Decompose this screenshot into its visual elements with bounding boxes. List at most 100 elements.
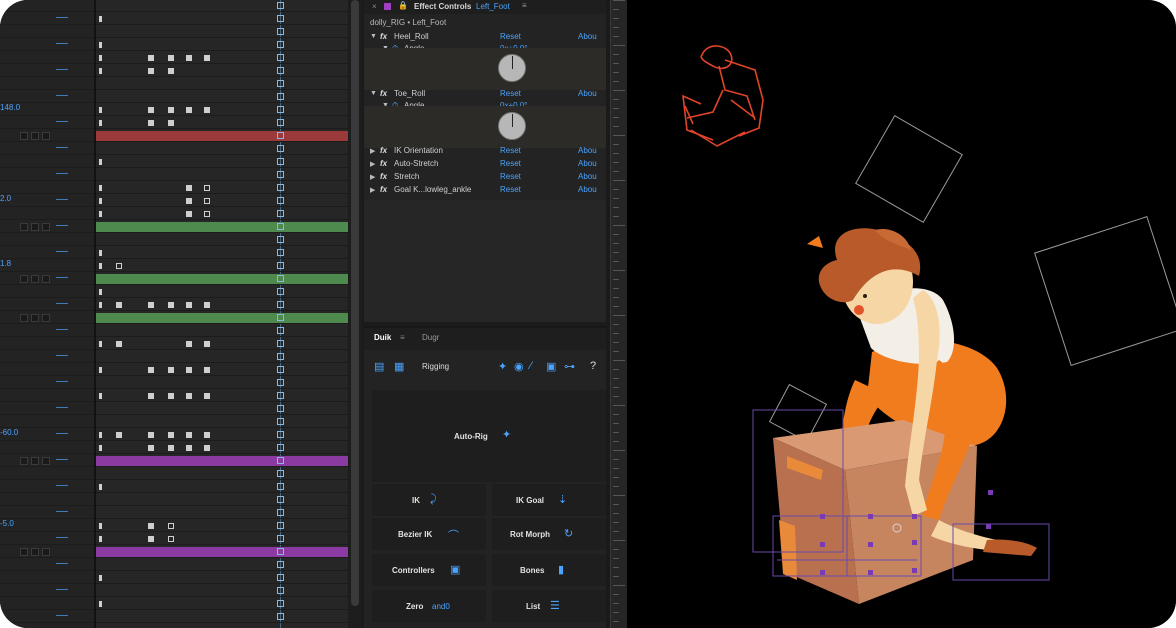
timeline-layer-row[interactable] <box>0 325 94 337</box>
keyframe-icon[interactable] <box>99 16 102 22</box>
expand-triangle-icon[interactable]: ▶ <box>370 186 375 194</box>
timeline-row[interactable] <box>96 156 348 168</box>
keyframe-icon[interactable] <box>168 393 174 399</box>
layer-duration-bar[interactable] <box>96 456 348 466</box>
file-icon[interactable]: ▤ <box>374 360 384 373</box>
keyframe-icon[interactable] <box>168 107 174 113</box>
calculator-icon[interactable]: ▦ <box>394 360 404 373</box>
panel-layer-name[interactable]: Left_Foot <box>476 2 510 11</box>
link-icon[interactable]: ⊶ <box>564 360 575 373</box>
timeline-layer-row[interactable] <box>0 286 94 298</box>
list-button[interactable]: List ☰ <box>492 590 606 622</box>
angle-dial[interactable] <box>498 112 526 140</box>
timeline-row[interactable] <box>96 546 348 558</box>
timeline-layer-row[interactable] <box>0 403 94 415</box>
timeline-layer-row[interactable] <box>0 13 94 25</box>
keyframe-icon[interactable] <box>168 432 174 438</box>
timeline-row[interactable] <box>96 104 348 116</box>
property-value[interactable]: -60.0 <box>0 428 18 437</box>
keyframe-icon[interactable] <box>99 575 102 581</box>
expand-triangle-icon[interactable]: ▼ <box>370 90 377 97</box>
keyframe-icon[interactable] <box>116 302 122 308</box>
layer-switch-icon[interactable] <box>20 314 28 322</box>
property-value[interactable]: -5.0 <box>0 519 14 528</box>
ik-button[interactable]: IK ⤸ <box>372 484 486 516</box>
timeline-row[interactable] <box>96 455 348 467</box>
timeline-row[interactable] <box>96 299 348 311</box>
layer-duration-bar[interactable] <box>96 547 348 557</box>
layer-switch-icon[interactable] <box>31 548 39 556</box>
keyframe-icon[interactable] <box>204 185 210 191</box>
timeline-layer-row[interactable] <box>0 39 94 51</box>
timeline-layer-row[interactable] <box>0 611 94 623</box>
keyframe-icon[interactable] <box>99 198 102 204</box>
timeline-layer-row[interactable] <box>0 468 94 480</box>
timeline-layer-row[interactable] <box>0 533 94 545</box>
keyframe-icon[interactable] <box>204 367 210 373</box>
keyframe-icon[interactable] <box>168 536 174 542</box>
effect-stretch[interactable]: ▶ fx Stretch Reset Abou <box>364 172 610 185</box>
timeline-layer-row[interactable] <box>0 416 94 428</box>
fx-icon[interactable]: fx <box>380 146 387 155</box>
timeline-layer-row[interactable] <box>0 455 94 467</box>
keyframe-icon[interactable] <box>148 107 154 113</box>
timeline-layer-row[interactable] <box>0 299 94 311</box>
keyframe-icon[interactable] <box>99 263 102 269</box>
keyframe-icon[interactable] <box>99 484 102 490</box>
curve-icon[interactable]: ∕ <box>530 360 532 372</box>
timeline-layer-row[interactable] <box>0 130 94 142</box>
keyframe-icon[interactable] <box>204 55 210 61</box>
expand-triangle-icon[interactable]: ▶ <box>370 147 375 155</box>
keyframe-icon[interactable] <box>186 302 192 308</box>
timeline-row[interactable] <box>96 377 348 389</box>
expand-triangle-icon[interactable]: ▶ <box>370 160 375 168</box>
keyframe-icon[interactable] <box>99 120 102 126</box>
timeline-layer-row[interactable] <box>0 598 94 610</box>
composition-canvas[interactable] <box>627 0 1176 628</box>
keyframe-icon[interactable] <box>148 55 154 61</box>
timeline-row[interactable] <box>96 312 348 324</box>
rot-morph-button[interactable]: Rot Morph ↻ <box>492 518 606 550</box>
timeline-layer-row[interactable] <box>0 572 94 584</box>
keyframe-icon[interactable] <box>116 341 122 347</box>
timeline-layer-row[interactable] <box>0 338 94 350</box>
lock-icon[interactable]: 🔒 <box>398 1 408 10</box>
keyframe-icon[interactable] <box>99 55 102 61</box>
keyframe-icon[interactable] <box>148 302 154 308</box>
timeline-layer-row[interactable] <box>0 559 94 571</box>
keyframe-icon[interactable] <box>186 367 192 373</box>
keyframe-icon[interactable] <box>204 107 210 113</box>
timeline-row[interactable] <box>96 234 348 246</box>
keyframe-icon[interactable] <box>204 445 210 451</box>
timeline-row[interactable] <box>96 403 348 415</box>
keyframe-icon[interactable] <box>148 367 154 373</box>
keyframe-icon[interactable] <box>168 68 174 74</box>
keyframe-icon[interactable] <box>99 536 102 542</box>
timeline-layer-row[interactable]: 148.0 <box>0 103 94 116</box>
keyframe-icon[interactable] <box>99 393 102 399</box>
keyframe-icon[interactable] <box>99 432 102 438</box>
timeline-layer-row[interactable] <box>0 494 94 506</box>
panel-title[interactable]: Effect Controls <box>414 2 471 11</box>
keyframe-icon[interactable] <box>204 393 210 399</box>
help-icon[interactable]: ? <box>590 360 596 372</box>
timeline-layer-row[interactable] <box>0 546 94 558</box>
fx-icon[interactable]: fx <box>380 185 387 194</box>
timeline-row[interactable] <box>96 494 348 506</box>
layer-duration-bar[interactable] <box>96 313 348 323</box>
fx-icon[interactable]: fx <box>380 172 387 181</box>
timeline-layer-row[interactable] <box>0 273 94 285</box>
timeline-row[interactable] <box>96 260 348 272</box>
keyframe-icon[interactable] <box>99 289 102 295</box>
keyframe-icon[interactable] <box>99 185 102 191</box>
timeline-row[interactable] <box>96 585 348 597</box>
keyframe-icon[interactable] <box>99 523 102 529</box>
layer-switch-icon[interactable] <box>42 132 50 140</box>
timeline-layer-row[interactable] <box>0 390 94 402</box>
timeline-row[interactable] <box>96 325 348 337</box>
keyframe-icon[interactable] <box>116 432 122 438</box>
keyframe-icon[interactable] <box>148 445 154 451</box>
keyframe-icon[interactable] <box>99 601 102 607</box>
timeline-layer-row[interactable] <box>0 169 94 181</box>
timeline-row[interactable] <box>96 78 348 90</box>
